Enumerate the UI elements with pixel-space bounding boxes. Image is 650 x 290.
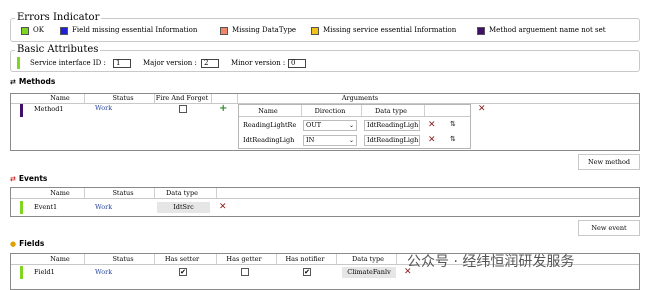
- fields-col-divider: [154, 254, 155, 264]
- methods-col-divider: [84, 94, 85, 103]
- field1-has-notifier-checkbox[interactable]: ✔: [303, 268, 311, 276]
- field1-status-marker: [20, 266, 23, 279]
- events-title: Events: [18, 174, 48, 183]
- method1-fire-and-forget-checkbox[interactable]: [179, 105, 187, 113]
- events-heading: ⇄ Events: [10, 174, 47, 184]
- basic-attributes-status-marker: [17, 57, 20, 69]
- field1-has-setter-checkbox[interactable]: ✔: [179, 268, 187, 276]
- argument-1-direction: OUT: [306, 121, 322, 129]
- method1-name-input[interactable]: Method1: [31, 104, 87, 115]
- argument-1-delete-icon[interactable]: ✕: [428, 121, 436, 130]
- fields-heading: ● Fields: [10, 239, 44, 249]
- errors-indicator-title: Errors Indicator: [15, 12, 102, 23]
- arguments-header-data-type: Data type: [375, 107, 407, 115]
- method1-delete-icon[interactable]: ✕: [478, 105, 486, 114]
- argument-1-direction-select[interactable]: OUT ⌄: [303, 120, 357, 131]
- bulb-icon: ●: [10, 240, 17, 248]
- events-header-name: Name: [50, 189, 70, 197]
- minor-version-label: Minor version :: [231, 59, 286, 67]
- argument-1-name[interactable]: ReadingLightRe: [243, 121, 299, 130]
- arguments-col-divider: [424, 105, 425, 116]
- argument-1-reorder-icon[interactable]: ⇅: [450, 120, 456, 129]
- watermark: 公众号 · 经纬恒润研发服务: [407, 254, 575, 270]
- argument-2-direction: IN: [306, 136, 315, 144]
- arguments-col-divider: [361, 105, 362, 116]
- fields-header-data-type: Data type: [352, 255, 384, 263]
- fields-header-has-notifier: Has notifier: [285, 255, 325, 263]
- event1-status: Work: [95, 203, 113, 211]
- new-event-button[interactable]: New event: [578, 220, 640, 236]
- field-missing-swatch: [60, 27, 68, 35]
- chevron-down-icon: ⌄: [348, 122, 354, 129]
- fields-col-divider: [84, 254, 85, 264]
- arguments-header-divider: [239, 116, 470, 117]
- exchange-arrows-icon: ⇄: [10, 175, 16, 183]
- service-interface-id-input[interactable]: 1: [113, 59, 131, 68]
- methods-header-name: Name: [50, 94, 70, 102]
- fields-header-status: Status: [112, 255, 134, 263]
- basic-attributes-title: Basic Attributes: [15, 44, 101, 55]
- methods-heading: ⇄ Methods: [10, 77, 55, 87]
- add-argument-icon[interactable]: +: [219, 104, 227, 114]
- missing-service-label: Missing service essential Information: [323, 26, 457, 34]
- methods-title: Methods: [18, 77, 56, 86]
- argument-2-reorder-icon[interactable]: ⇅: [450, 135, 456, 144]
- argument-2-delete-icon[interactable]: ✕: [428, 136, 436, 145]
- ok-swatch: [21, 27, 29, 35]
- events-header-data-type: Data type: [166, 189, 198, 197]
- minor-version-input[interactable]: 0: [288, 59, 306, 68]
- argument-2-data-type[interactable]: IdtReadingLigh: [364, 135, 420, 146]
- arguments-header-direction: Direction: [314, 107, 346, 115]
- ok-label: OK: [33, 26, 44, 34]
- event1-data-type[interactable]: IdtSrc: [157, 202, 210, 213]
- arguments-col-divider: [301, 105, 302, 116]
- chevron-down-icon: ⌄: [348, 137, 354, 144]
- service-interface-id-label: Service interface ID :: [30, 59, 106, 67]
- events-header-divider: [11, 198, 639, 199]
- events-header-status: Status: [112, 189, 134, 197]
- argument-1-data-type[interactable]: IdtReadingLigh: [364, 120, 420, 131]
- fields-title: Fields: [19, 239, 45, 248]
- argument-2-direction-select[interactable]: IN ⌄: [303, 135, 357, 146]
- field1-has-getter-checkbox[interactable]: [241, 268, 249, 276]
- method1-status: Work: [95, 104, 113, 112]
- major-version-label: Major version :: [143, 59, 197, 67]
- event1-status-marker: [20, 201, 23, 214]
- missing-datatype-label: Missing DataType: [232, 26, 297, 34]
- fields-col-divider: [216, 254, 217, 264]
- fields-header-name: Name: [50, 255, 70, 263]
- missing-service-swatch: [311, 27, 319, 35]
- major-version-input[interactable]: 2: [201, 59, 219, 68]
- fields-header-has-setter: Has setter: [164, 255, 200, 263]
- events-col-divider: [84, 188, 85, 198]
- field1-data-type[interactable]: ClimateFanlv: [342, 267, 396, 278]
- fields-col-divider: [336, 254, 337, 264]
- methods-header-status: Status: [112, 94, 134, 102]
- methods-header-arguments: Arguments: [341, 94, 379, 102]
- fields-header-has-getter: Has getter: [226, 255, 262, 263]
- methods-col-divider: [237, 94, 238, 103]
- field-missing-label: Field missing essential Information: [72, 26, 198, 34]
- fields-col-divider: [396, 254, 397, 264]
- missing-datatype-swatch: [220, 27, 228, 35]
- arguments-header-name: Name: [258, 107, 278, 115]
- methods-header-fire-and-forget: Fire And Forget: [155, 94, 209, 102]
- swap-arrows-icon: ⇄: [10, 78, 16, 86]
- new-method-button[interactable]: New method: [578, 154, 640, 170]
- field1-name[interactable]: Field1: [34, 268, 55, 277]
- method1-status-marker: [20, 104, 23, 117]
- events-col-divider: [216, 188, 217, 198]
- argument-2-name[interactable]: IdtReadingLigh: [243, 136, 299, 145]
- method-arg-swatch: [477, 27, 485, 35]
- method-arg-label: Method arguement name not set: [489, 26, 606, 34]
- event1-delete-icon[interactable]: ✕: [219, 203, 227, 212]
- event1-name[interactable]: Event1: [34, 203, 57, 212]
- field1-status: Work: [95, 268, 113, 276]
